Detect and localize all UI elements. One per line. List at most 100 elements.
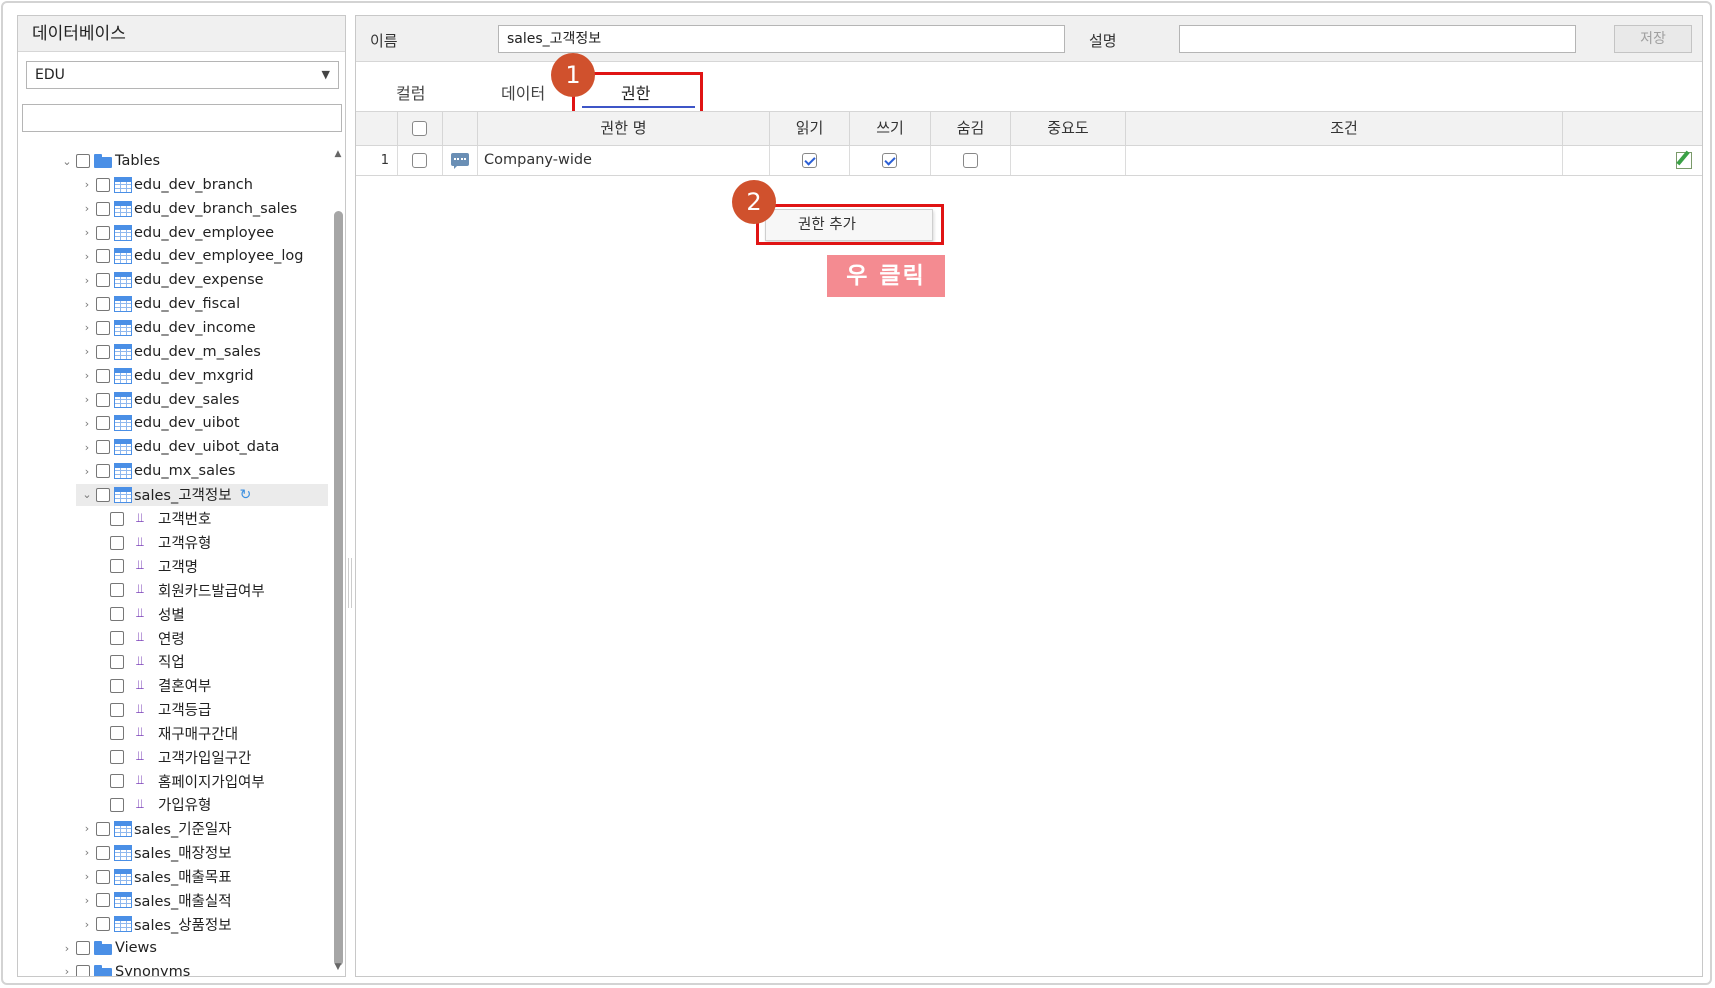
tree-column-item[interactable]: ⫫ 홈페이지가입여부 xyxy=(18,770,328,792)
header-hide[interactable]: 숨김 xyxy=(931,112,1011,145)
tree-table-item[interactable]: › edu_dev_mxgrid xyxy=(18,365,328,387)
tree-checkbox[interactable] xyxy=(96,869,110,884)
tree-table-item[interactable]: › sales_매출실적 xyxy=(18,889,328,911)
tree-column-item[interactable]: ⫫ 고객등급 xyxy=(18,699,328,721)
tree-checkbox[interactable] xyxy=(110,726,124,741)
tree-checkbox[interactable] xyxy=(110,678,124,693)
tree-table-item[interactable]: › edu_dev_fiscal xyxy=(18,293,328,315)
header-permission-name[interactable]: 권한 명 xyxy=(478,112,770,145)
chevron-right-icon[interactable]: › xyxy=(80,202,94,215)
chevron-right-icon[interactable]: › xyxy=(80,918,94,931)
scroll-down-icon[interactable]: ▼ xyxy=(331,960,345,974)
chevron-right-icon[interactable]: › xyxy=(80,846,94,859)
scroll-up-icon[interactable]: ▲ xyxy=(331,147,345,161)
chevron-right-icon[interactable]: › xyxy=(80,417,94,430)
tree-checkbox[interactable] xyxy=(96,273,110,288)
write-checkbox[interactable] xyxy=(882,153,897,168)
tree-checkbox[interactable] xyxy=(110,583,124,598)
condition-cell[interactable] xyxy=(1126,146,1563,175)
tree-checkbox[interactable] xyxy=(96,249,110,264)
row-select-checkbox[interactable] xyxy=(412,153,427,168)
database-select[interactable]: EDU ▼ xyxy=(26,61,339,89)
chevron-right-icon[interactable]: › xyxy=(60,942,74,955)
select-all-checkbox[interactable] xyxy=(412,121,427,136)
tree-checkbox[interactable] xyxy=(96,917,110,932)
tree-column-item[interactable]: ⫫ 고객명 xyxy=(18,555,328,577)
chevron-right-icon[interactable]: › xyxy=(80,178,94,191)
tree-checkbox[interactable] xyxy=(96,487,110,502)
tree-checkbox[interactable] xyxy=(110,631,124,645)
comment-icon[interactable] xyxy=(451,153,469,169)
tree-checkbox[interactable] xyxy=(96,225,110,240)
tree-column-item[interactable]: ⫫ 성별 xyxy=(18,603,328,625)
tree-table-item[interactable]: › edu_dev_employee_log xyxy=(18,245,328,267)
tree-checkbox[interactable] xyxy=(96,201,110,216)
tree-column-item[interactable]: ⫫ 고객가입일구간 xyxy=(18,746,328,768)
tree-checkbox[interactable] xyxy=(96,177,110,192)
tree-table-item[interactable]: › edu_dev_expense xyxy=(18,269,328,291)
panel-splitter[interactable] xyxy=(348,558,352,608)
tree-search-input[interactable] xyxy=(22,104,342,132)
tree-checkbox[interactable] xyxy=(110,559,124,574)
tree-scrollbar[interactable]: ▲ ▼ xyxy=(331,143,345,976)
tree-table-item[interactable]: › edu_dev_m_sales xyxy=(18,341,328,363)
tree-table-item[interactable]: › edu_dev_employee xyxy=(18,222,328,244)
chevron-down-icon[interactable]: ⌄ xyxy=(60,155,74,168)
chevron-right-icon[interactable]: › xyxy=(80,274,94,287)
chevron-right-icon[interactable]: › xyxy=(80,226,94,239)
chevron-right-icon[interactable]: › xyxy=(80,894,94,907)
tree-checkbox[interactable] xyxy=(96,416,110,431)
tree-column-item[interactable]: ⫫ 가입유형 xyxy=(18,794,328,816)
permission-name-cell[interactable]: Company-wide xyxy=(478,146,770,175)
chevron-right-icon[interactable]: › xyxy=(80,321,94,334)
tree-table-item[interactable]: › edu_dev_branch_sales xyxy=(18,198,328,220)
chevron-right-icon[interactable]: › xyxy=(80,345,94,358)
tree-folder-item[interactable]: ⌄ Tables xyxy=(18,150,328,172)
edit-icon[interactable] xyxy=(1676,152,1692,169)
chevron-right-icon[interactable]: › xyxy=(80,822,94,835)
tree-checkbox[interactable] xyxy=(110,774,124,789)
tree-table-item[interactable]: › sales_상품정보 xyxy=(18,913,328,935)
tree-checkbox[interactable] xyxy=(96,344,110,359)
tree-checkbox[interactable] xyxy=(110,797,124,812)
tree-column-item[interactable]: ⫫ 회원카드발급여부 xyxy=(18,579,328,601)
tree-table-item[interactable]: › sales_매출목표 xyxy=(18,866,328,888)
tree-checkbox[interactable] xyxy=(110,702,124,717)
name-input[interactable]: sales_고객정보 xyxy=(498,25,1065,53)
tab-columns[interactable]: 컬럼 xyxy=(396,80,425,104)
chevron-right-icon[interactable]: › xyxy=(80,870,94,883)
tree-column-item[interactable]: ⫫ 직업 xyxy=(18,651,328,673)
tree-table-item[interactable]: › sales_매장정보 xyxy=(18,842,328,864)
tree-checkbox[interactable] xyxy=(110,607,124,622)
tree-column-item[interactable]: ⫫ 결혼여부 xyxy=(18,675,328,697)
header-write[interactable]: 쓰기 xyxy=(850,112,931,145)
chevron-right-icon[interactable]: › xyxy=(80,298,94,311)
chevron-right-icon[interactable]: › xyxy=(80,441,94,454)
tree-table-item[interactable]: › edu_dev_uibot_data xyxy=(18,436,328,458)
chevron-down-icon[interactable]: ⌄ xyxy=(80,488,94,501)
tree-table-item[interactable]: › edu_mx_sales xyxy=(18,460,328,482)
chevron-right-icon[interactable]: › xyxy=(80,465,94,478)
read-checkbox[interactable] xyxy=(802,153,817,168)
chevron-right-icon[interactable]: › xyxy=(80,393,94,406)
importance-cell[interactable] xyxy=(1011,146,1126,175)
tree-checkbox[interactable] xyxy=(96,368,110,383)
table-row[interactable]: 1 Company-wide xyxy=(356,146,1702,176)
tree-checkbox[interactable] xyxy=(110,654,124,669)
tree-checkbox[interactable] xyxy=(96,392,110,407)
tree-checkbox[interactable] xyxy=(96,320,110,335)
header-condition[interactable]: 조건 xyxy=(1126,112,1563,145)
chevron-right-icon[interactable]: › xyxy=(80,250,94,263)
tab-data[interactable]: 데이터 xyxy=(501,80,545,104)
tree-table-item[interactable]: › edu_dev_income xyxy=(18,317,328,339)
tree-column-item[interactable]: ⫫ 고객유형 xyxy=(18,532,328,554)
tree-column-item[interactable]: ⫫ 연령 xyxy=(18,627,328,649)
tree-table-item[interactable]: ⌄ sales_고객정보 ↻ xyxy=(76,483,328,506)
tree-checkbox[interactable] xyxy=(96,464,110,479)
tree-column-item[interactable]: ⫫ 고객번호 xyxy=(18,508,328,530)
tree-column-item[interactable]: ⫫ 재구매구간대 xyxy=(18,722,328,744)
tree-checkbox[interactable] xyxy=(96,297,110,312)
chevron-right-icon[interactable]: › xyxy=(60,965,74,976)
tree-checkbox[interactable] xyxy=(110,511,124,526)
tree-folder-item[interactable]: › Views xyxy=(18,937,328,959)
